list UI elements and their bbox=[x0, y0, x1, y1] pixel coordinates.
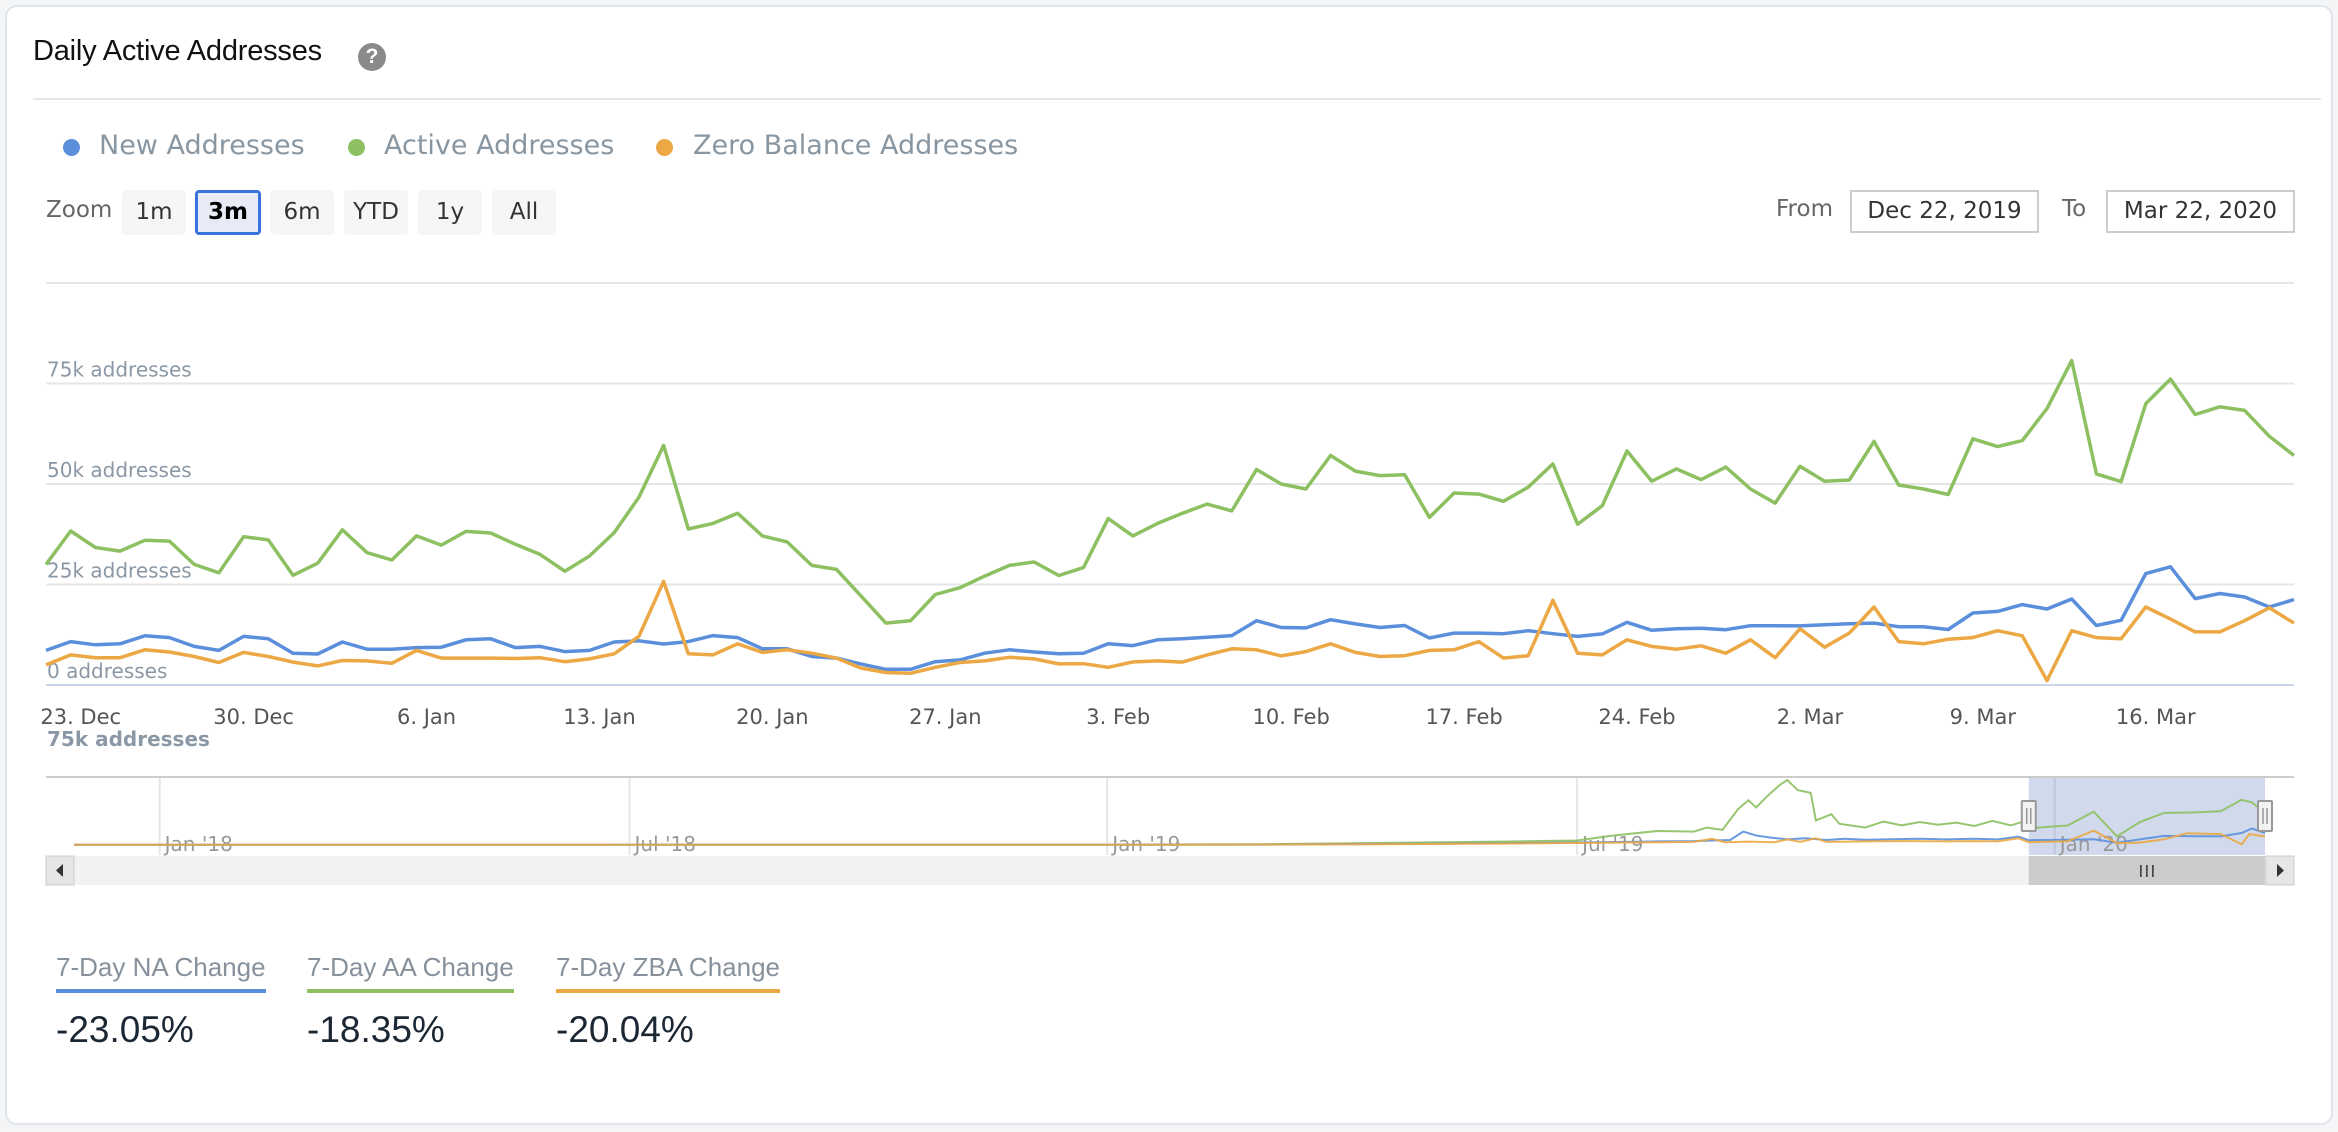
series-line-new-addresses bbox=[45, 565, 2295, 672]
x-tick-label: 17. Feb bbox=[1425, 705, 1502, 729]
navigator[interactable]: Jan '18 Jul '18 Jan '19 Jul '19 Jan '20 bbox=[45, 776, 2295, 886]
stat-title: 7-Day NA Change bbox=[56, 952, 266, 982]
y-tick-label: 50k addresses bbox=[47, 458, 192, 482]
stat-zba-change: 7-Day ZBA Change -20.04% bbox=[556, 952, 781, 1051]
navigator-right-handle[interactable] bbox=[2257, 800, 2273, 832]
x-tick-label: 16. Mar bbox=[2116, 705, 2196, 729]
x-tick-label: 6. Jan bbox=[397, 705, 456, 729]
handle-body[interactable] bbox=[2257, 800, 2273, 832]
y-tick-label: 75k addresses bbox=[47, 358, 192, 382]
stat-aa-change: 7-Day AA Change -18.35% bbox=[307, 952, 514, 1051]
stat-na-change: 7-Day NA Change -23.05% bbox=[56, 952, 266, 1051]
x-tick-label: 30. Dec bbox=[213, 705, 294, 729]
x-tick-label: 27. Jan bbox=[909, 705, 981, 729]
stat-title: 7-Day ZBA Change bbox=[556, 952, 781, 982]
navigator-left-handle[interactable] bbox=[2020, 800, 2037, 832]
stat-underline bbox=[556, 989, 781, 993]
x-tick-label: 9. Mar bbox=[1950, 705, 2017, 729]
navigator-y-label: 75k addresses bbox=[47, 727, 210, 751]
x-tick-label: 13. Jan bbox=[563, 705, 635, 729]
stat-title: 7-Day AA Change bbox=[307, 952, 514, 982]
x-tick-label: 2. Mar bbox=[1777, 705, 1844, 729]
x-axis-labels: 23. Dec 30. Dec 6. Jan 13. Jan 20. Jan 27. Ja… bbox=[40, 705, 2196, 729]
y-tick-label: 0 addresses bbox=[47, 659, 167, 683]
x-tick-label: 24. Feb bbox=[1598, 705, 1675, 729]
stat-value: -18.35% bbox=[307, 1009, 445, 1050]
x-tick-label: 3. Feb bbox=[1086, 705, 1150, 729]
scrollbar-track[interactable] bbox=[46, 856, 2294, 885]
stat-value: -23.05% bbox=[56, 1009, 194, 1050]
main-series bbox=[44, 358, 2296, 683]
x-tick-label: 23. Dec bbox=[40, 705, 121, 729]
handle-body[interactable] bbox=[2020, 800, 2037, 832]
y-axis-labels: 0 addresses 25k addresses 50k addresses 75k… bbox=[47, 358, 192, 684]
stat-value: -20.04% bbox=[556, 1009, 694, 1050]
series-line-zero-balance-addresses bbox=[45, 579, 2295, 683]
y-tick-label: 25k addresses bbox=[47, 559, 192, 583]
stat-underline bbox=[56, 989, 266, 993]
x-tick-label: 10. Feb bbox=[1253, 705, 1330, 729]
x-tick-label: 20. Jan bbox=[736, 705, 808, 729]
stat-underline bbox=[307, 989, 514, 993]
